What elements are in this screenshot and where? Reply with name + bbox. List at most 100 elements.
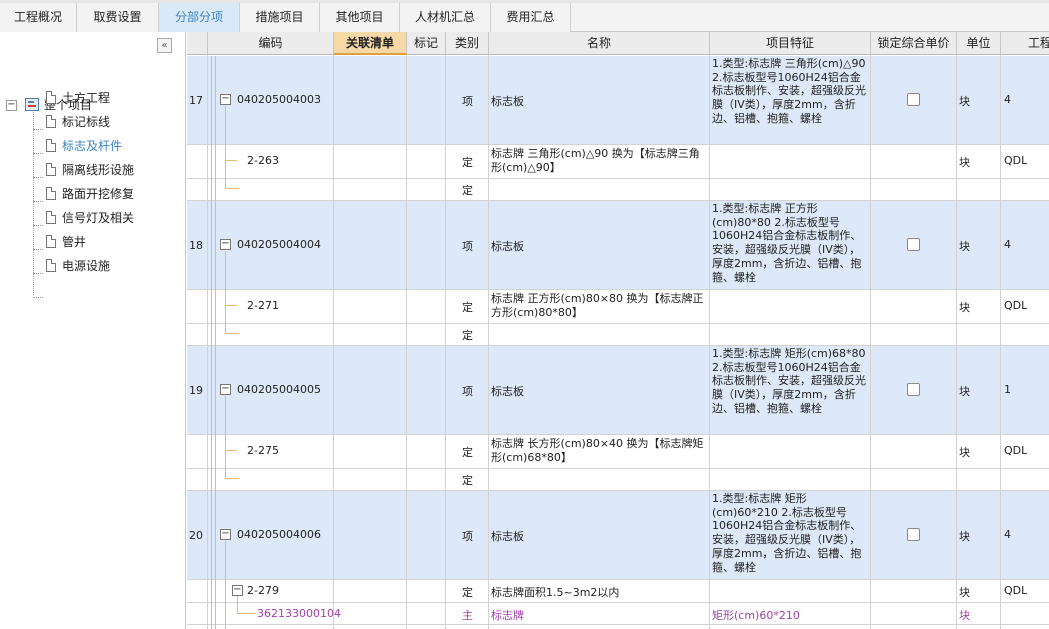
category-cell[interactable]: 定 [446,584,489,600]
tree-guide-line [225,305,237,306]
quantity-expression[interactable]: QDL [1004,154,1027,167]
unit-cell[interactable]: 块 [959,154,970,170]
grid-column-line [406,55,407,629]
tree-guide-line [225,450,237,451]
category-cell[interactable]: 项 [446,93,489,109]
lock-price-checkbox[interactable] [907,528,920,541]
header-category[interactable]: 类别 [446,32,489,55]
header-name[interactable]: 名称 [489,32,710,55]
tree-item-label: 路面开挖修复 [62,187,135,201]
collapse-row-icon[interactable]: − [220,239,231,250]
collapse-row-icon[interactable]: − [220,529,231,540]
tree-guide-line [225,251,226,333]
row-number: 20 [189,529,203,542]
tree-guide-line [225,188,239,189]
tab-project-overview[interactable]: 工程概况 [0,3,77,32]
category-cell[interactable]: 项 [446,528,489,544]
tree-collapse-icon[interactable]: − [6,100,17,111]
tree-guide-line [237,613,255,614]
row-number: 18 [189,239,203,252]
category-cell[interactable]: 定 [446,154,489,170]
lock-price-checkbox[interactable] [907,383,920,396]
quota-code[interactable]: 2-275 [247,444,279,457]
features-cell[interactable]: 1.类型:标志牌 正方形(cm)80*80 2.标志板型号1060H24铝合金标… [712,202,869,289]
name-cell[interactable]: 标志板 [491,93,524,109]
collapse-row-icon[interactable]: − [220,384,231,395]
name-cell[interactable]: 标志板 [491,238,524,254]
quota-name[interactable]: 标志牌 三角形(cm)△90 换为【标志牌三角形(cm)△90】 [491,147,707,177]
unit-cell[interactable]: 块 [959,584,970,600]
material-unit[interactable]: 块 [959,607,970,623]
tree-guide-line [237,596,238,613]
category-cell[interactable]: 定 [446,444,489,460]
document-icon [46,163,56,176]
material-name[interactable]: 标志牌 [491,607,524,623]
tab-sub-items[interactable]: 分部分项 [159,3,240,32]
tree-branch [33,153,43,154]
unit-cell[interactable]: 块 [959,444,970,460]
quota-code[interactable]: 2-271 [247,299,279,312]
collapse-row-icon[interactable]: − [220,94,231,105]
list-code[interactable]: 040205004003 [237,93,321,106]
name-cell[interactable]: 标志板 [491,528,524,544]
quota-code[interactable]: 2-263 [247,154,279,167]
name-cell[interactable]: 标志板 [491,383,524,399]
tab-measures[interactable]: 措施项目 [240,3,320,32]
header-code[interactable]: 编码 [208,32,334,55]
quota-name[interactable]: 标志牌 正方形(cm)80×80 换为【标志牌正方形(cm)80*80】 [491,292,707,322]
quantity-cell[interactable]: 1 [1004,383,1011,396]
material-features[interactable]: 矩形(cm)60*210 [712,607,800,623]
project-root-icon [25,98,39,111]
quota-code[interactable]: 2-279 [247,584,279,597]
unit-cell[interactable]: 块 [959,528,970,544]
tab-other-items[interactable]: 其他项目 [320,3,400,32]
tab-labor-material-summary[interactable]: 人材机汇总 [400,3,491,32]
category-cell[interactable]: 项 [446,383,489,399]
header-quantity[interactable]: 工程 [1001,32,1049,55]
quota-name[interactable]: 标志牌面积1.5~3m2以内 [491,584,619,600]
tab-fee-settings[interactable]: 取费设置 [77,3,159,32]
header-linked-list[interactable]: 关联清单 [334,32,407,55]
category-cell[interactable]: 定 [446,299,489,315]
header-mark[interactable]: 标记 [407,32,446,55]
collapse-panel-button[interactable]: « [157,38,172,53]
features-cell[interactable]: 1.类型:标志牌 矩形(cm)68*80 2.标志板型号1060H24铝合金标志… [712,347,869,434]
row-number: 17 [189,94,203,107]
features-cell[interactable]: 1.类型:标志牌 三角形(cm)△90 2.标志板型号1060H24铝合金标志板… [712,57,869,144]
features-cell[interactable]: 1.类型:标志牌 矩形(cm)60*210 2.标志板型号1060H24铝合金标… [712,492,869,579]
quantity-cell[interactable]: 4 [1004,93,1011,106]
lock-price-checkbox[interactable] [907,238,920,251]
document-icon [46,139,56,152]
category-cell[interactable]: 定 [446,327,489,343]
header-features[interactable]: 项目特征 [710,32,871,55]
material-category[interactable]: 主 [446,607,489,623]
unit-cell[interactable]: 块 [959,93,970,109]
list-code[interactable]: 040205004004 [237,238,321,251]
quantity-expression[interactable]: QDL [1004,444,1027,457]
collapse-row-icon[interactable]: − [232,585,243,596]
tree-item-label: 信号灯及相关 [62,211,135,225]
unit-cell[interactable]: 块 [959,299,970,315]
list-code[interactable]: 040205004005 [237,383,321,396]
document-icon [46,187,56,200]
category-cell[interactable]: 定 [446,472,489,488]
category-cell[interactable]: 项 [446,238,489,254]
quota-name[interactable]: 标志牌 长方形(cm)80×40 换为【标志牌矩形(cm)68*80】 [491,437,707,467]
category-cell[interactable]: 定 [446,182,489,198]
grid-column-line [207,55,208,629]
quantity-cell[interactable]: 4 [1004,238,1011,251]
list-code[interactable]: 040205004006 [237,528,321,541]
material-code[interactable]: 362133000104 [257,607,341,620]
header-lock-price[interactable]: 锁定综合单价 [871,32,957,55]
quantity-expression[interactable]: QDL [1004,584,1027,597]
quantity-cell[interactable]: 4 [1004,528,1011,541]
unit-cell[interactable]: 块 [959,383,970,399]
quantity-expression[interactable]: QDL [1004,299,1027,312]
grid-column-line [956,55,957,629]
tree-item-label: 隔离线形设施 [62,163,135,177]
unit-cell[interactable]: 块 [959,238,970,254]
header-unit[interactable]: 单位 [957,32,1001,55]
tab-cost-summary[interactable]: 费用汇总 [491,3,571,32]
tree-item-label: 标志及杆件 [62,139,123,153]
lock-price-checkbox[interactable] [907,93,920,106]
